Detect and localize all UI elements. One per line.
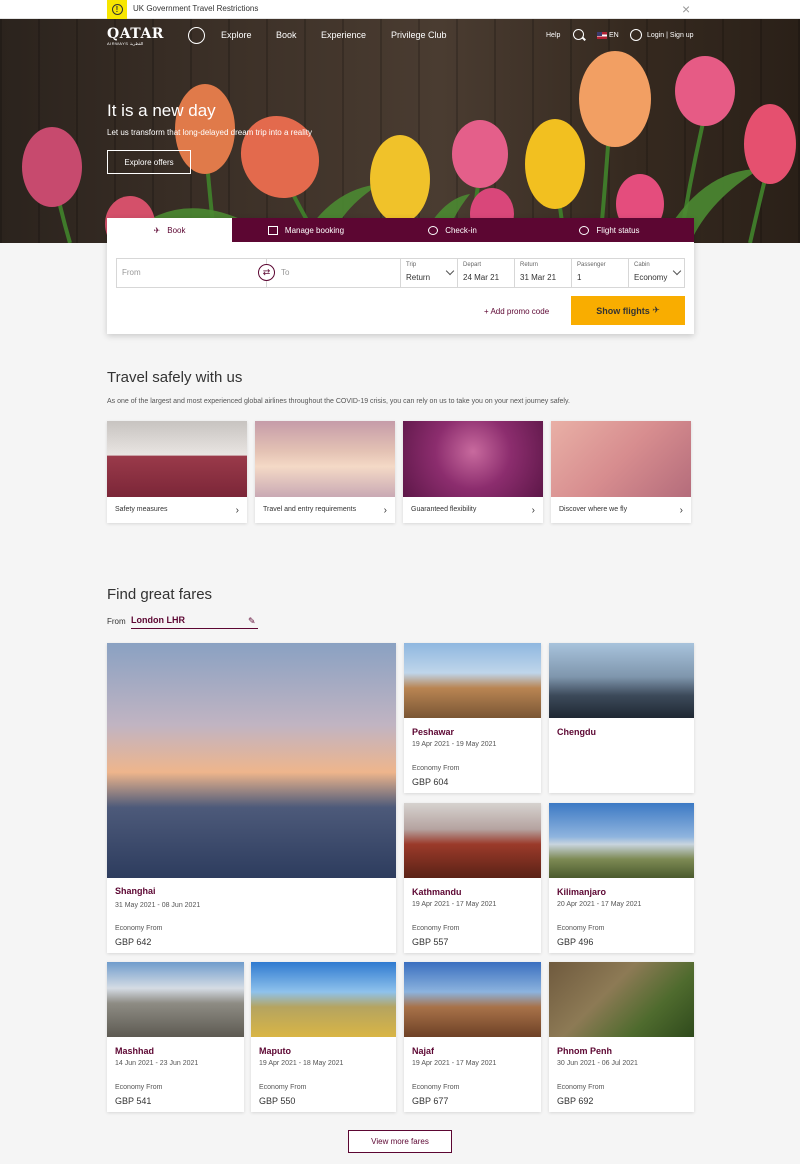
help-link[interactable]: Help [546, 32, 560, 39]
tab-check-in[interactable]: Check-in [380, 218, 525, 242]
plane-icon: ✈ [153, 225, 161, 235]
chevron-right-icon: › [531, 505, 535, 516]
fare-card-najaf[interactable]: Najaf 19 Apr 2021 - 17 May 2021 Economy … [404, 962, 541, 1112]
passenger-field[interactable]: Passenger 1 [572, 259, 629, 287]
plane-clouds-image [255, 421, 395, 497]
shanghai-image [107, 643, 396, 878]
search-icon[interactable] [573, 29, 584, 40]
peshawar-image [404, 643, 541, 718]
oneworld-logo [188, 27, 205, 44]
tab-flight-status[interactable]: Flight status [525, 218, 694, 242]
kathmandu-image [404, 803, 541, 878]
close-icon[interactable]: × [682, 2, 690, 16]
fare-card-kilimanjaro[interactable]: Kilimanjaro 20 Apr 2021 - 17 May 2021 Ec… [549, 803, 694, 953]
chevron-right-icon: › [679, 505, 683, 516]
hero-subtitle: Let us transform that long-delayed dream… [107, 128, 312, 137]
alert-bar: ! UK Government Travel Restrictions × [0, 0, 800, 19]
discover-where-we-fly-card[interactable]: Discover where we fly › [551, 421, 691, 523]
fares-section-title: Find great fares [107, 586, 213, 603]
depart-date[interactable]: Depart 24 Mar 21 [458, 259, 515, 287]
phnom-penh-image [549, 962, 694, 1037]
check-icon [428, 225, 439, 235]
fare-card-shanghai[interactable]: Shanghai 31 May 2021 - 08 Jun 2021 Econo… [107, 643, 396, 953]
booking-widget: ✈ Book Manage booking Check-in Flight sta… [107, 218, 694, 334]
origin-select[interactable]: London LHR [131, 615, 258, 629]
from-label: From [107, 617, 126, 626]
kilimanjaro-image [549, 803, 694, 878]
tab-book[interactable]: ✈ Book [107, 218, 232, 242]
booking-tabs: ✈ Book Manage booking Check-in Flight sta… [107, 218, 694, 242]
trip-select[interactable]: Trip Return [401, 259, 458, 287]
safety-description: As one of the largest and most experienc… [107, 398, 570, 405]
login-link[interactable]: Login | Sign up [647, 32, 694, 39]
chevron-down-icon [445, 266, 455, 276]
to-field[interactable]: To [267, 259, 401, 287]
explore-offers-button[interactable]: Explore offers [107, 150, 191, 174]
view-more-fares-button[interactable]: View more fares [348, 1130, 452, 1153]
nav-explore[interactable]: Explore [221, 30, 252, 40]
hero-title: It is a new day [107, 101, 216, 120]
user-icon [630, 29, 642, 41]
world-map-image [551, 421, 691, 497]
nav-privilege-club[interactable]: Privilege Club [391, 30, 447, 40]
qatar-airways-logo[interactable]: QATAR AIRWAYS القطرية [107, 26, 164, 46]
safety-section-title: Travel safely with us [107, 369, 243, 386]
safety-measures-card[interactable]: Safety measures › [107, 421, 247, 523]
language-selector[interactable]: EN [609, 32, 619, 39]
travel-requirements-card[interactable]: Travel and entry requirements › [255, 421, 395, 523]
guaranteed-flexibility-card[interactable]: Guaranteed flexibility › [403, 421, 543, 523]
chevron-down-icon [672, 266, 682, 276]
maputo-image [251, 962, 396, 1037]
location-icon [579, 225, 590, 235]
cabin-select[interactable]: Cabin Economy [629, 259, 684, 287]
alert-link[interactable]: UK Government Travel Restrictions [133, 4, 258, 13]
fare-card-chengdu[interactable]: Chengdu [549, 643, 694, 793]
chevron-right-icon: › [235, 505, 239, 516]
info-icon: ! [107, 0, 127, 19]
top-navigation: QATAR AIRWAYS القطرية Explore Book Experi… [0, 19, 800, 53]
pencil-icon[interactable]: ✎ [248, 616, 256, 627]
from-field[interactable]: From ⇄ [117, 259, 275, 287]
fare-card-maputo[interactable]: Maputo 19 Apr 2021 - 18 May 2021 Economy… [251, 962, 396, 1112]
fare-card-peshawar[interactable]: Peshawar 19 Apr 2021 - 19 May 2021 Econo… [404, 643, 541, 793]
fare-card-kathmandu[interactable]: Kathmandu 19 Apr 2021 - 17 May 2021 Econ… [404, 803, 541, 953]
safety-image [107, 421, 247, 497]
najaf-image [404, 962, 541, 1037]
hero-banner: QATAR AIRWAYS القطرية Explore Book Experi… [0, 19, 800, 243]
return-date[interactable]: Return 31 Mar 21 [515, 259, 572, 287]
chevron-right-icon: › [383, 505, 387, 516]
cabin-crew-image [403, 421, 543, 497]
fare-card-mashhad[interactable]: Mashhad 14 Jun 2021 - 23 Jun 2021 Econom… [107, 962, 244, 1112]
search-fields: From ⇄ To Trip Return Depart 24 Mar 21 Ret… [116, 258, 685, 288]
fare-card-phnom-penh[interactable]: Phnom Penh 30 Jun 2021 - 06 Jul 2021 Eco… [549, 962, 694, 1112]
us-flag-icon [597, 32, 607, 39]
mashhad-image [107, 962, 244, 1037]
chengdu-image [549, 643, 694, 718]
add-promo-code-link[interactable]: + Add promo code [484, 307, 549, 316]
tab-manage-booking[interactable]: Manage booking [232, 218, 380, 242]
nav-experience[interactable]: Experience [321, 30, 366, 40]
show-flights-button[interactable]: Show flights ✈ [571, 296, 685, 325]
calendar-icon [267, 225, 278, 235]
nav-book[interactable]: Book [276, 30, 297, 40]
